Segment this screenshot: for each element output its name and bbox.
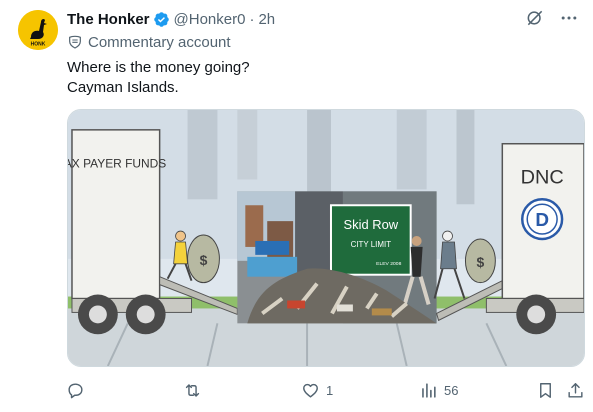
truck-left-text: TAX PAYER FUNDS — [68, 157, 166, 171]
truck-right-text: DNC — [521, 166, 564, 188]
tweet-actions: 1 56 — [0, 378, 593, 404]
views-button[interactable]: 56 — [419, 378, 458, 402]
bookmark-icon — [540, 382, 551, 398]
bookmark-button[interactable] — [536, 378, 555, 402]
share-button[interactable] — [566, 378, 585, 402]
commentary-label-icon — [69, 35, 81, 49]
money-bag-left-symbol: $ — [200, 252, 208, 268]
like-icon — [303, 383, 318, 398]
retweet-button[interactable] — [183, 378, 208, 402]
timestamp[interactable]: 2h — [258, 11, 275, 28]
tweet-text: Where is the money going? Cayman Islands… — [67, 58, 250, 98]
tweet[interactable]: HONK The Honker @Honker0 · 2h Commentary… — [0, 0, 593, 412]
avatar-text: HONK — [31, 42, 46, 48]
tweet-header: The Honker @Honker0 · 2h — [67, 8, 275, 30]
retweet-icon — [185, 383, 200, 397]
handle[interactable]: @Honker0 — [174, 11, 246, 28]
top-actions — [525, 8, 579, 28]
grok-icon[interactable] — [525, 8, 545, 28]
money-bag-right-symbol: $ — [477, 254, 485, 270]
reply-button[interactable] — [66, 378, 91, 402]
views-icon — [422, 382, 436, 398]
honk-logo-icon: HONK — [18, 10, 58, 50]
separator-dot: · — [249, 10, 255, 28]
view-count: 56 — [444, 382, 459, 398]
like-button[interactable]: 1 — [301, 378, 333, 402]
account-label: Commentary account — [67, 32, 231, 52]
tweet-text-line-1: Where is the money going? — [67, 59, 250, 76]
reply-icon — [68, 382, 83, 398]
sign-elev: ELEV 2008 — [376, 261, 401, 267]
tweet-text-line-2: Cayman Islands. — [67, 79, 179, 96]
verified-badge-icon — [153, 11, 169, 27]
avatar[interactable]: HONK — [18, 10, 58, 50]
more-icon[interactable] — [559, 8, 579, 28]
like-count: 1 — [326, 382, 334, 398]
sign-title: Skid Row — [344, 217, 399, 232]
account-label-text: Commentary account — [88, 33, 231, 51]
share-icon — [568, 382, 583, 398]
sign-subtitle: CITY LIMIT — [351, 240, 392, 249]
display-name[interactable]: The Honker — [67, 11, 150, 28]
tweet-media[interactable]: TAX PAYER FUNDS $ Skid Row CITY LIMIT EL… — [67, 109, 585, 367]
party-logo-letter: D — [535, 210, 549, 231]
cartoon-image: TAX PAYER FUNDS $ Skid Row CITY LIMIT EL… — [68, 110, 584, 366]
